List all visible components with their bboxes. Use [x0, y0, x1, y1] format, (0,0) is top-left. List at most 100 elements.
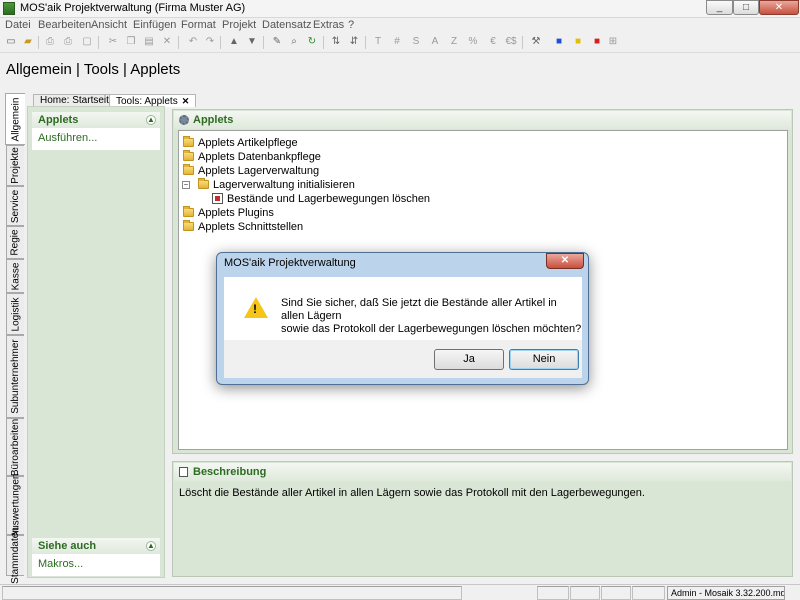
menu-help[interactable]: ? — [348, 19, 354, 31]
dialog-title: MOS'aik Projektverwaltung — [224, 257, 356, 269]
vtab-service[interactable]: Service — [6, 186, 24, 226]
left-task-panel: Applets ▲ Ausführen... Siehe auch ▲ Makr… — [27, 106, 165, 578]
move-up-icon[interactable]: ▲ — [227, 35, 241, 49]
vtab-auswertungen[interactable]: Auswertungen — [6, 474, 24, 537]
dialog-message: Sind Sie sicher, daß Sie jetzt die Bestä… — [281, 297, 582, 336]
menu-format[interactable]: Format — [181, 19, 216, 31]
red-lock-icon[interactable]: ■ — [590, 35, 604, 49]
no-button[interactable]: Nein — [509, 349, 579, 370]
menu-ansicht[interactable]: Ansicht — [91, 19, 127, 31]
undo-icon[interactable]: ↶ — [186, 35, 200, 49]
toolbar-separator — [38, 36, 39, 49]
grid-icon[interactable]: ⊞ — [606, 35, 620, 49]
copy-icon[interactable]: ❐ — [124, 35, 138, 49]
applets-section-header[interactable]: Applets ▲ — [32, 112, 160, 128]
dialog-button-bar: Ja Nein — [224, 340, 582, 378]
toolbar-separator — [178, 36, 179, 49]
see-also-section-header[interactable]: Siehe auch ▲ — [32, 538, 160, 554]
description-panel: Beschreibung Löscht die Bestände aller A… — [172, 461, 793, 577]
description-text: Löscht die Bestände aller Artikel in all… — [179, 487, 645, 499]
redo-icon[interactable]: ↷ — [203, 35, 217, 49]
vtab-label: Logistik — [10, 297, 21, 331]
run-applet-link[interactable]: Ausführen... — [38, 132, 97, 144]
currency-format-button[interactable]: €$ — [504, 35, 518, 49]
confirm-dialog: MOS'aik Projektverwaltung ✕ ! Sind Sie s… — [216, 252, 589, 385]
yes-button[interactable]: Ja — [434, 349, 504, 370]
sort-ascending-icon[interactable]: ⇅ — [329, 35, 343, 49]
menu-datei[interactable]: Datei — [5, 19, 31, 31]
dialog-body: ! Sind Sie sicher, daß Sie jetzt die Bes… — [224, 277, 582, 340]
vtab-stammdaten[interactable]: Stammdaten — [6, 527, 24, 584]
refresh-icon[interactable]: ↻ — [305, 35, 319, 49]
close-window-button[interactable]: ✕ — [759, 0, 799, 15]
blue-lock-icon[interactable]: ■ — [552, 35, 566, 49]
maximize-button[interactable]: □ — [733, 0, 759, 15]
collapse-icon[interactable]: ▲ — [146, 115, 156, 125]
z-format-button[interactable]: Z — [447, 35, 461, 49]
move-down-icon[interactable]: ▼ — [245, 35, 259, 49]
menu-datensatz[interactable]: Datensatz — [262, 19, 312, 31]
folder-icon — [183, 150, 194, 161]
vtab-label: Büroarbeiten — [10, 418, 22, 476]
open-folder-icon[interactable]: ▰ — [21, 35, 35, 49]
vtab-kasse[interactable]: Kasse — [6, 259, 24, 293]
vtab-projekte[interactable]: Projekte — [6, 145, 24, 186]
window-title: MOS'aik Projektverwaltung (Firma Muster … — [20, 2, 246, 14]
new-document-icon[interactable]: ▭ — [4, 35, 18, 49]
number-format-button[interactable]: # — [390, 35, 404, 49]
menu-einfuegen[interactable]: Einfügen — [133, 19, 176, 31]
app-icon — [3, 2, 15, 15]
print-setup-icon[interactable]: ⎙ — [61, 35, 75, 49]
text-format-button[interactable]: T — [371, 35, 385, 49]
sort-descending-icon[interactable]: ⇵ — [347, 35, 361, 49]
folder-icon — [198, 178, 209, 189]
paste-icon[interactable]: ▤ — [142, 35, 156, 49]
percent-format-button[interactable]: % — [466, 35, 480, 49]
vtab-allgemein[interactable]: Allgemein — [5, 93, 25, 145]
collapse-node-icon[interactable]: − — [182, 181, 190, 189]
document-icon — [179, 467, 188, 477]
vtab-logistik[interactable]: Logistik — [6, 293, 24, 335]
database-status: Admin - Mosaik 3.32.200.mdb — [667, 586, 785, 600]
panel-title: Applets — [193, 114, 234, 126]
collapse-icon[interactable]: ▲ — [146, 541, 156, 551]
warning-icon: ! — [244, 297, 268, 318]
a-format-button[interactable]: A — [428, 35, 442, 49]
print-icon[interactable]: ⎙ — [43, 35, 57, 49]
dialog-message-line: Sind Sie sicher, daß Sie jetzt die Bestä… — [281, 297, 557, 322]
yellow-lock-icon[interactable]: ■ — [571, 35, 585, 49]
euro-format-button[interactable]: € — [486, 35, 500, 49]
menu-extras[interactable]: Extras — [313, 19, 344, 31]
print-preview-icon[interactable]: ▢ — [80, 35, 94, 49]
toolbar: ▭ ▰ ⎙ ⎙ ▢ ✂ ❐ ▤ ✕ ↶ ↷ ▲ ▼ ✎ ⌕ ↻ ⇅ ⇵ T # … — [0, 33, 800, 53]
toolbar-separator — [365, 36, 366, 49]
toolbar-separator — [263, 36, 264, 49]
tools-icon[interactable]: ⚒ — [529, 35, 543, 49]
page-title: Allgemein | Tools | Applets — [6, 61, 181, 78]
edit-pencil-icon[interactable]: ✎ — [270, 35, 284, 49]
vtab-subunternehmer[interactable]: Subunternehmer — [6, 335, 24, 418]
vtab-regie[interactable]: Regie — [6, 226, 24, 259]
macros-link[interactable]: Makros... — [38, 558, 83, 570]
close-tab-icon[interactable]: ✕ — [182, 96, 190, 106]
tree-item-label: Applets Artikelpflege — [198, 137, 298, 149]
find-icon[interactable]: ⌕ — [287, 35, 301, 49]
applet-icon — [212, 193, 223, 204]
toolbar-separator — [323, 36, 324, 49]
toolbar-separator — [522, 36, 523, 49]
gear-icon — [179, 115, 189, 125]
vtab-label: Stammdaten — [10, 527, 22, 584]
vtab-label: Allgemein — [10, 97, 22, 141]
applets-section-body: Ausführen... — [32, 128, 160, 150]
dialog-close-button[interactable]: ✕ — [546, 253, 584, 269]
vtab-bueroarbeiten[interactable]: Büroarbeiten — [6, 418, 24, 476]
menu-projekt[interactable]: Projekt — [222, 19, 256, 31]
minimize-button[interactable]: _ — [706, 0, 733, 15]
title-bar: MOS'aik Projektverwaltung (Firma Muster … — [0, 0, 800, 18]
menu-bearbeiten[interactable]: Bearbeiten — [38, 19, 91, 31]
vtab-label: Kasse — [10, 262, 22, 290]
delete-icon[interactable]: ✕ — [160, 35, 174, 49]
sum-format-button[interactable]: S — [409, 35, 423, 49]
cut-icon[interactable]: ✂ — [106, 35, 120, 49]
vtab-label: Subunternehmer — [10, 339, 21, 414]
